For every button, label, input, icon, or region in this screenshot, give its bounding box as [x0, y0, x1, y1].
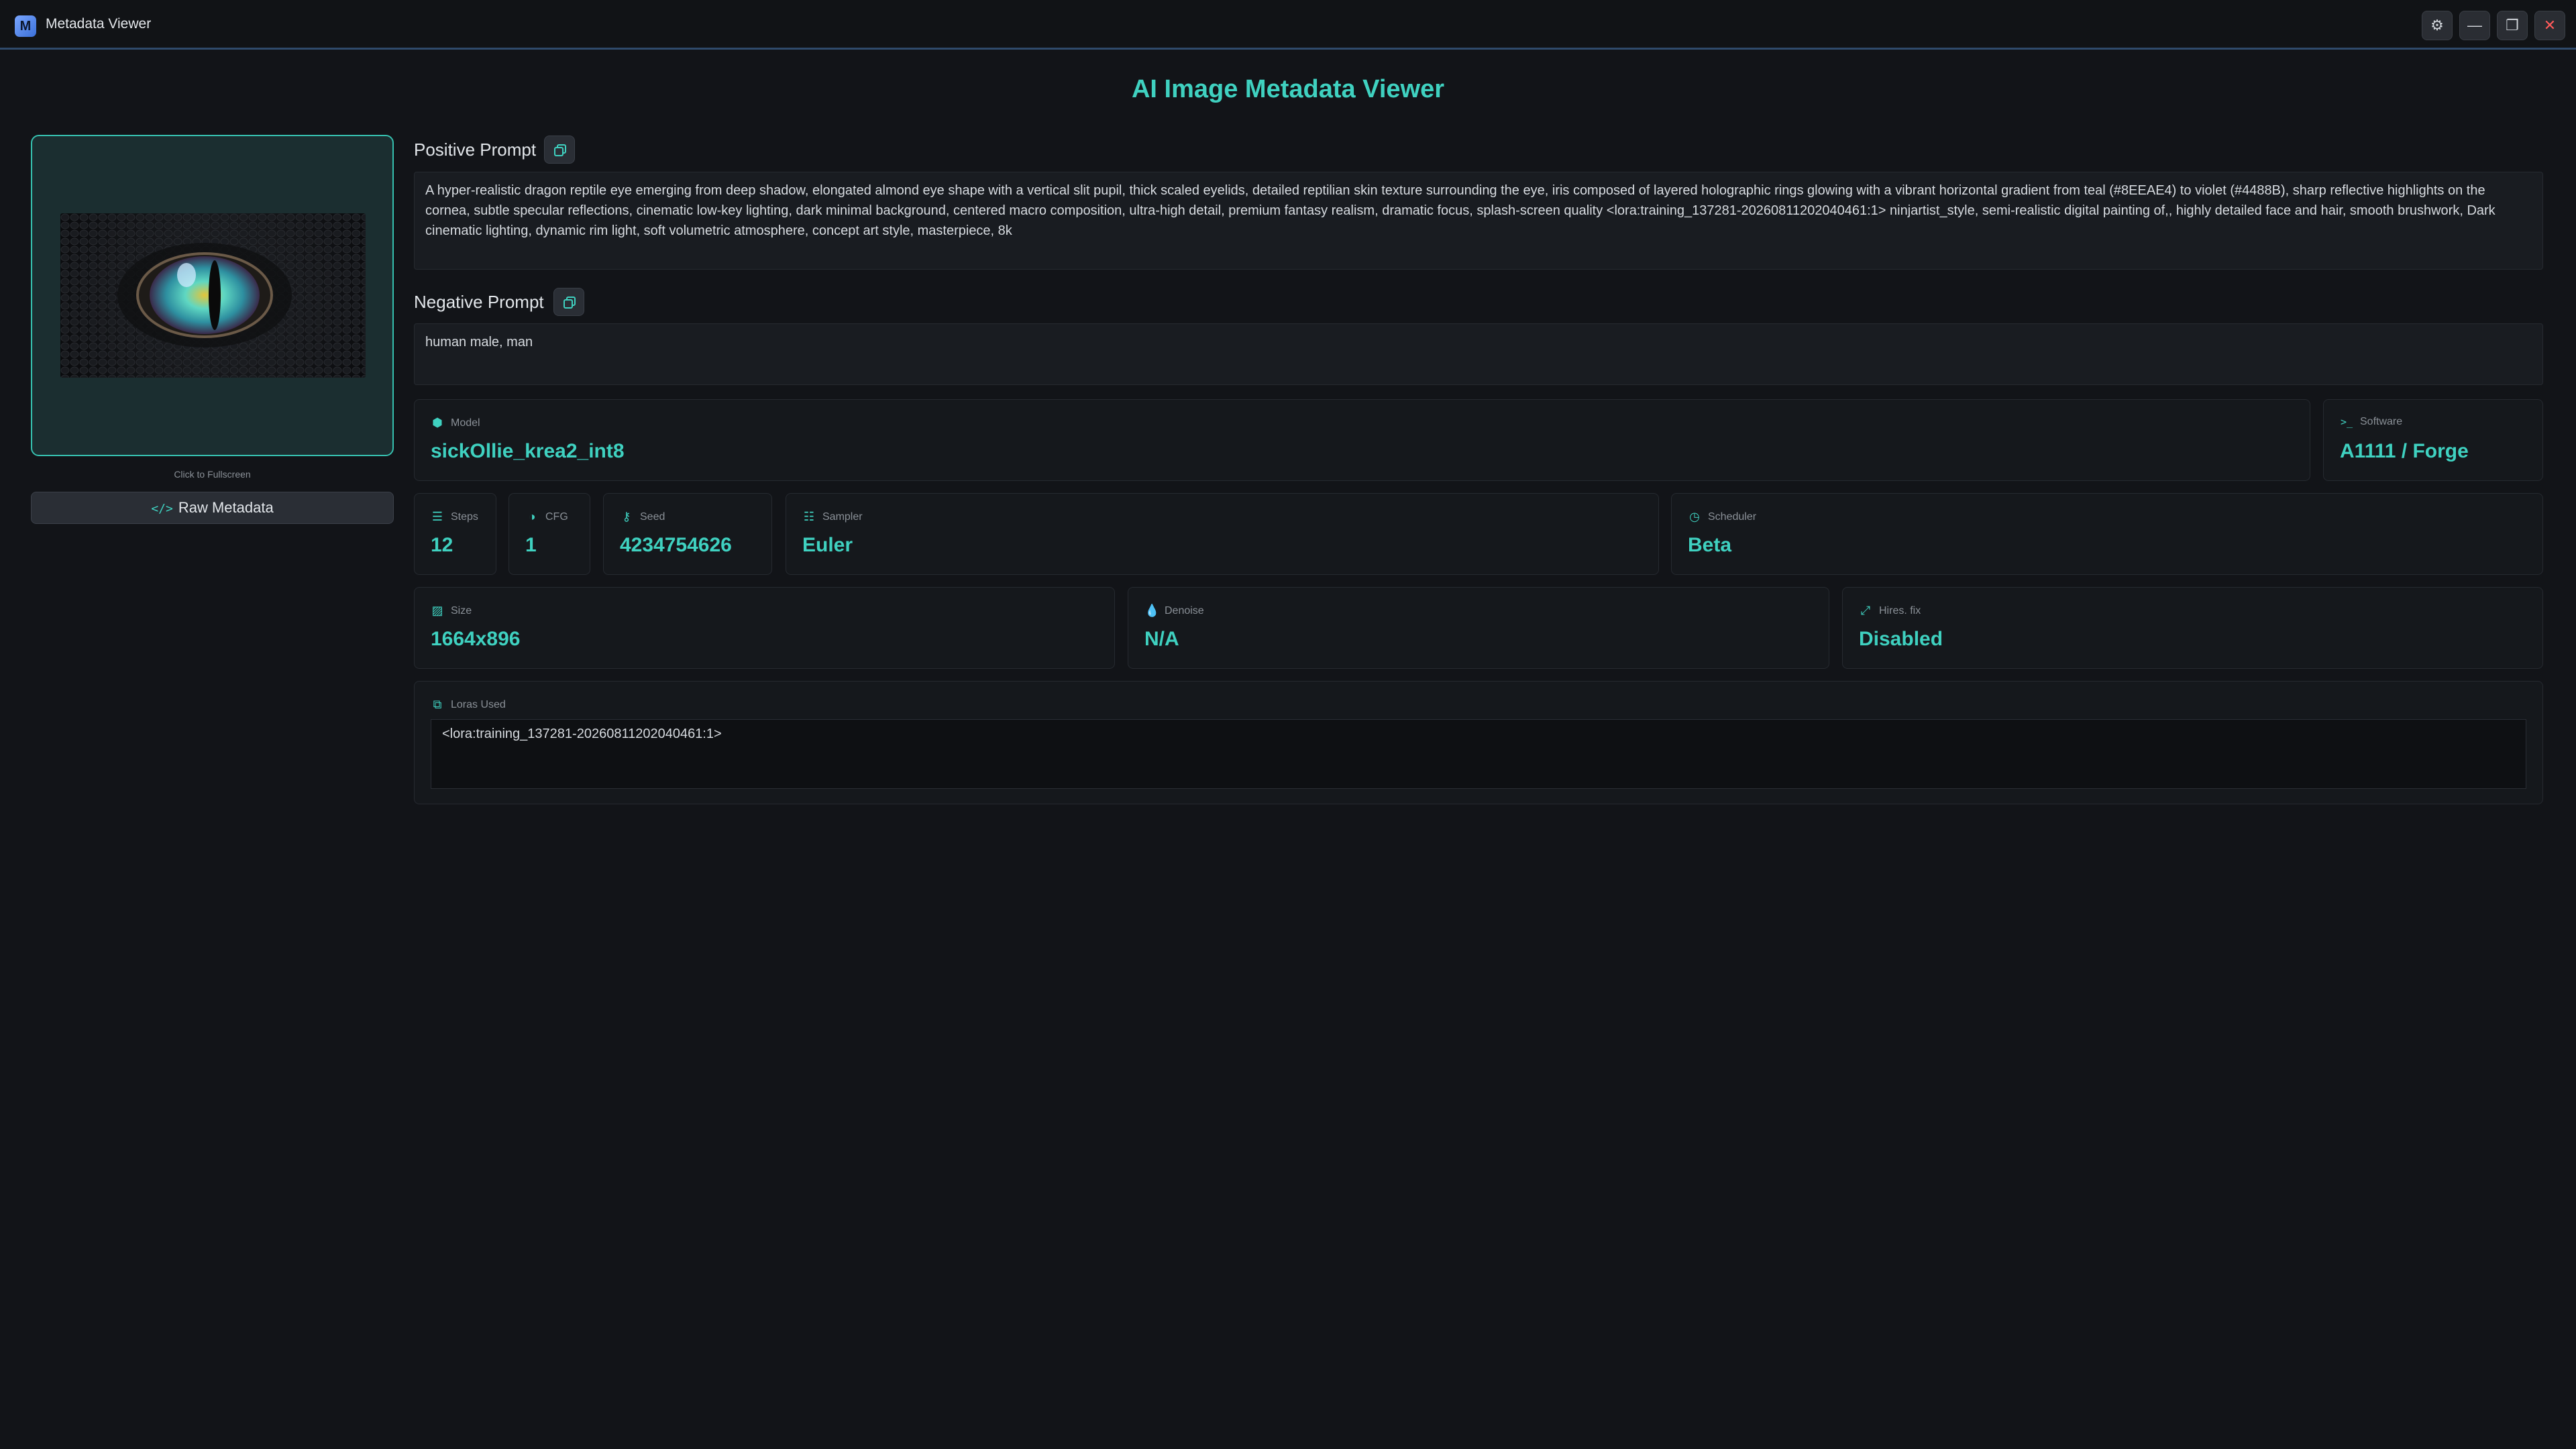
size-value: 1664x896	[431, 628, 521, 650]
expand-icon: ⤢	[1860, 604, 1871, 617]
copy-icon	[554, 144, 566, 156]
app-icon: M	[15, 15, 36, 37]
contrast-icon: ◑	[528, 510, 536, 523]
cfg-value: 1	[525, 534, 537, 556]
sampler-card: ☷ Sampler Euler	[786, 493, 1659, 575]
puzzle-icon: ⧉	[433, 698, 442, 711]
model-value: sickOllie_krea2_int8	[431, 440, 625, 462]
steps-label: Steps	[451, 511, 478, 523]
key-icon: ⚷	[622, 510, 631, 523]
hires-value: Disabled	[1859, 628, 1943, 650]
restore-icon: ❐	[2506, 17, 2519, 34]
positive-prompt-text[interactable]: A hyper-realistic dragon reptile eye eme…	[414, 172, 2543, 270]
denoise-value: N/A	[1144, 628, 1179, 650]
close-button[interactable]: ✕	[2534, 11, 2565, 40]
restore-button[interactable]: ❐	[2497, 11, 2528, 40]
steps-card: ☰ Steps 12	[414, 493, 496, 575]
software-label: Software	[2360, 416, 2403, 427]
denoise-label: Denoise	[1165, 604, 1204, 616]
scheduler-value: Beta	[1688, 534, 1732, 556]
image-icon: ▨	[431, 604, 443, 617]
loras-label: Loras Used	[451, 698, 506, 710]
scheduler-card: ◷ Scheduler Beta	[1671, 493, 2543, 575]
model-label: Model	[451, 417, 480, 429]
seed-value: 4234754626	[620, 534, 732, 556]
cube-icon: ⬢	[432, 416, 443, 429]
settings-button[interactable]: ⚙	[2422, 11, 2453, 40]
negative-prompt-label: Negative Prompt	[414, 292, 544, 312]
hires-label: Hires. fix	[1879, 604, 1921, 616]
raw-metadata-button[interactable]: </> Raw Metadata	[31, 492, 394, 524]
gear-icon: ⚙	[2430, 17, 2444, 34]
sampler-value: Euler	[802, 534, 853, 556]
seed-label: Seed	[640, 511, 665, 523]
copy-negative-button[interactable]	[553, 288, 584, 316]
scheduler-label: Scheduler	[1708, 511, 1757, 523]
loras-card: ⧉ Loras Used <lora:training_137281-202608…	[414, 681, 2543, 804]
minimize-icon: —	[2467, 17, 2482, 34]
negative-prompt-text[interactable]: human male, man	[414, 323, 2543, 385]
image-preview[interactable]	[31, 135, 394, 456]
minimize-button[interactable]: —	[2459, 11, 2490, 40]
sampler-label: Sampler	[822, 511, 863, 523]
code-icon: </>	[151, 502, 173, 516]
positive-prompt-label: Positive Prompt	[414, 140, 537, 160]
seed-card: ⚷ Seed 4234754626	[603, 493, 772, 575]
software-value: A1111 / Forge	[2340, 440, 2469, 462]
clock-icon: ◷	[1689, 510, 1700, 523]
fullscreen-hint: Click to Fullscreen	[174, 469, 251, 480]
cfg-label: CFG	[545, 511, 568, 523]
terminal-icon: >_	[2340, 416, 2353, 428]
page-title: AI Image Metadata Viewer	[1131, 75, 1445, 103]
close-icon: ✕	[2543, 17, 2557, 34]
denoise-card: 💧 Denoise N/A	[1128, 587, 1829, 669]
droplet-icon: 💧	[1144, 604, 1160, 617]
steps-value: 12	[431, 534, 453, 556]
title-bar: M Metadata Viewer ⚙ — ❐ ✕	[0, 0, 2576, 50]
raw-metadata-label: Raw Metadata	[178, 499, 274, 516]
dragon-eye-image[interactable]	[60, 213, 366, 378]
window-title: Metadata Viewer	[46, 16, 152, 32]
copy-positive-button[interactable]	[544, 136, 575, 164]
size-card: ▨ Size 1664x896	[414, 587, 1115, 669]
loras-value[interactable]: <lora:training_137281-20260811202040461:…	[431, 719, 2526, 789]
hires-card: ⤢ Hires. fix Disabled	[1842, 587, 2543, 669]
model-card: ⬢ Model sickOllie_krea2_int8	[414, 399, 2310, 481]
list-icon: ☰	[431, 510, 443, 523]
size-label: Size	[451, 604, 472, 616]
cfg-card: ◑ CFG 1	[508, 493, 590, 575]
software-card: >_ Software A1111 / Forge	[2323, 399, 2543, 481]
sliders-icon: ☷	[803, 510, 815, 523]
copy-icon	[564, 297, 576, 309]
